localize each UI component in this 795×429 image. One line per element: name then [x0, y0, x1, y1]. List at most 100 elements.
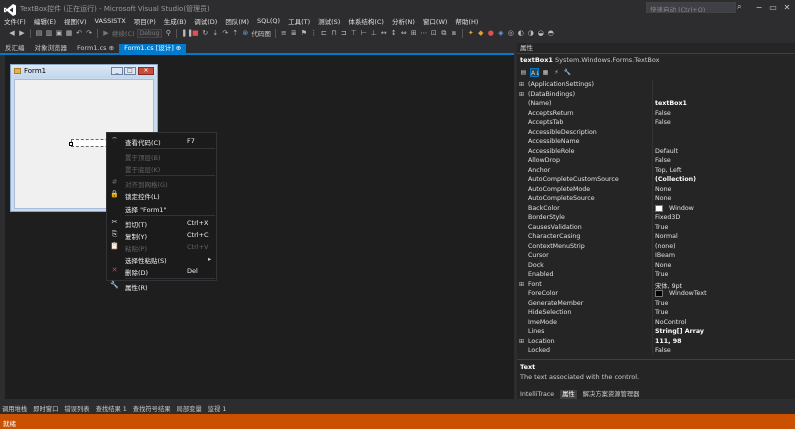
expand-icon[interactable]: ⊞ — [519, 91, 524, 98]
property-value[interactable]: (none) — [655, 243, 676, 250]
property-row[interactable]: CharacterCasing Normal — [517, 232, 795, 242]
property-pages-icon[interactable]: 🔧 — [563, 68, 572, 77]
extension-icon-5[interactable]: ◑ — [527, 29, 535, 37]
menu-item[interactable]: 分析(N) — [392, 16, 415, 26]
code-map-button[interactable]: 代码图 — [251, 28, 271, 38]
menu-item[interactable]: 帮助(H) — [455, 16, 478, 26]
step-over-icon[interactable]: ↷ — [221, 29, 229, 37]
property-value[interactable]: Window — [669, 205, 694, 212]
property-row[interactable]: (Name) textBox1 — [517, 99, 795, 109]
property-row[interactable]: AllowDrop False — [517, 156, 795, 166]
property-value[interactable]: Fixed3D — [655, 214, 680, 221]
property-value[interactable]: textBox1 — [655, 100, 687, 107]
undo-icon[interactable]: ↶ — [75, 29, 83, 37]
document-tab[interactable]: Form1.cs ⊕ — [72, 44, 119, 53]
expand-icon[interactable]: ⊞ — [519, 338, 524, 345]
save-all-icon[interactable]: ▦ — [65, 29, 73, 37]
lock-controls-icon[interactable]: ◆ — [477, 29, 485, 37]
properties-icon[interactable]: ▦ — [541, 68, 550, 77]
continue-button[interactable]: 继续(C) — [112, 28, 135, 38]
resize-handle-left[interactable] — [69, 142, 73, 146]
context-menu-item[interactable]: 选择 "Form1" — [107, 202, 216, 214]
property-row[interactable]: AcceptsReturn False — [517, 109, 795, 119]
align-left-icon[interactable]: ⊏ — [320, 29, 328, 37]
property-row[interactable]: ⊞ (ApplicationSettings) — [517, 80, 795, 90]
property-value[interactable]: String[] Array — [655, 328, 704, 335]
menu-item[interactable]: 视图(V) — [64, 16, 87, 26]
extension-icon-7[interactable]: ◓ — [547, 29, 555, 37]
menu-item[interactable]: VASSISTX — [95, 17, 126, 25]
same-height-icon[interactable]: ↕ — [390, 29, 398, 37]
step-into-icon[interactable]: ⇣ — [211, 29, 219, 37]
align-middle-icon[interactable]: ⊢ — [360, 29, 368, 37]
align-top-icon[interactable]: ⊤ — [350, 29, 358, 37]
property-row[interactable]: Dock None — [517, 261, 795, 271]
property-row[interactable]: ⊞ Location 111, 98 — [517, 337, 795, 347]
property-value[interactable]: IBeam — [655, 252, 675, 259]
property-row[interactable]: GenerateMember True — [517, 299, 795, 309]
property-row[interactable]: AccessibleName — [517, 137, 795, 147]
property-row[interactable]: BackColor Window — [517, 204, 795, 214]
menu-item[interactable]: 测试(S) — [318, 16, 340, 26]
property-value[interactable]: NoControl — [655, 319, 686, 326]
property-row[interactable]: AutoCompleteMode None — [517, 185, 795, 195]
tool-window-tab[interactable]: 调用堆栈 — [2, 404, 27, 413]
properties-object-selector[interactable]: textBox1 System.Windows.Forms.TextBox — [520, 56, 659, 64]
property-row[interactable]: CausesValidation True — [517, 223, 795, 233]
property-grid[interactable]: ⊞ (ApplicationSettings) ⊞ (DataBindings) (Na… — [517, 80, 795, 355]
continue-icon[interactable]: ▶ — [102, 29, 110, 37]
attach-icon[interactable]: ⚲ — [164, 29, 172, 37]
tool-window-tab[interactable]: 局部变量 — [177, 404, 202, 413]
menu-item[interactable]: 文件(F) — [4, 16, 26, 26]
code-map-icon[interactable]: ⊛ — [241, 29, 249, 37]
property-value[interactable]: False — [655, 347, 671, 354]
panel-tab[interactable]: 属性 — [560, 390, 577, 399]
tab-order-icon[interactable]: ✦ — [467, 29, 475, 37]
context-menu-item[interactable]: 🔧 属性(R) — [107, 280, 216, 292]
context-menu-item[interactable]: ⎘ 复制(Y) Ctrl+C — [107, 229, 216, 241]
property-row[interactable]: ⊞ (DataBindings) — [517, 90, 795, 100]
search-icon[interactable]: ⌕ — [737, 2, 747, 13]
alphabetical-icon[interactable]: A↓ — [530, 68, 540, 77]
comment-icon[interactable]: ≡ — [280, 29, 288, 37]
panel-tab[interactable]: 解决方案资源管理器 — [583, 390, 640, 399]
property-row[interactable]: HideSelection True — [517, 308, 795, 318]
forward-icon[interactable]: ▶ — [18, 29, 26, 37]
format-icon[interactable]: ⋮ — [310, 29, 318, 37]
document-tab[interactable]: Form1.cs [设计] ⊕ — [119, 44, 187, 53]
extension-icon-1[interactable]: ● — [487, 29, 495, 37]
property-value[interactable]: False — [655, 110, 671, 117]
property-value[interactable]: True — [655, 224, 668, 231]
menu-item[interactable]: 调试(D) — [194, 16, 217, 26]
same-width-icon[interactable]: ↔ — [380, 29, 388, 37]
send-back-icon[interactable]: ⧈ — [450, 29, 458, 37]
property-value[interactable]: None — [655, 186, 671, 193]
property-row[interactable]: ⊞ Font 宋体, 9pt — [517, 280, 795, 290]
extension-icon-6[interactable]: ◒ — [537, 29, 545, 37]
property-value[interactable]: True — [655, 271, 668, 278]
menu-item[interactable]: 窗口(W) — [423, 16, 448, 26]
extension-icon-3[interactable]: ◎ — [507, 29, 515, 37]
property-value[interactable]: 111, 98 — [655, 338, 682, 345]
property-grid-divider[interactable] — [652, 80, 653, 355]
same-size-icon[interactable]: ⇔ — [400, 29, 408, 37]
tool-window-tab[interactable]: 监视 1 — [208, 404, 227, 413]
property-value[interactable]: Default — [655, 148, 678, 155]
property-row[interactable]: Cursor IBeam — [517, 251, 795, 261]
menu-item[interactable]: 工具(T) — [288, 16, 310, 26]
new-project-icon[interactable]: ▤ — [35, 29, 43, 37]
menu-item[interactable]: 项目(P) — [134, 16, 156, 26]
menu-item[interactable]: 生成(B) — [164, 16, 187, 26]
uncomment-icon[interactable]: ≣ — [290, 29, 298, 37]
menu-item[interactable]: 编辑(E) — [34, 16, 56, 26]
property-row[interactable]: AccessibleDescription — [517, 128, 795, 138]
stop-icon[interactable]: ■ — [191, 29, 199, 37]
open-file-icon[interactable]: ▥ — [45, 29, 53, 37]
property-row[interactable]: AccessibleRole Default — [517, 147, 795, 157]
redo-icon[interactable]: ↷ — [85, 29, 93, 37]
spacing-icon[interactable]: ⋯ — [420, 29, 428, 37]
property-value[interactable]: None — [655, 195, 671, 202]
pause-icon[interactable]: ❚❚ — [181, 29, 193, 37]
panel-tab[interactable]: IntelliTrace — [520, 390, 554, 399]
property-row[interactable]: BorderStyle Fixed3D — [517, 213, 795, 223]
